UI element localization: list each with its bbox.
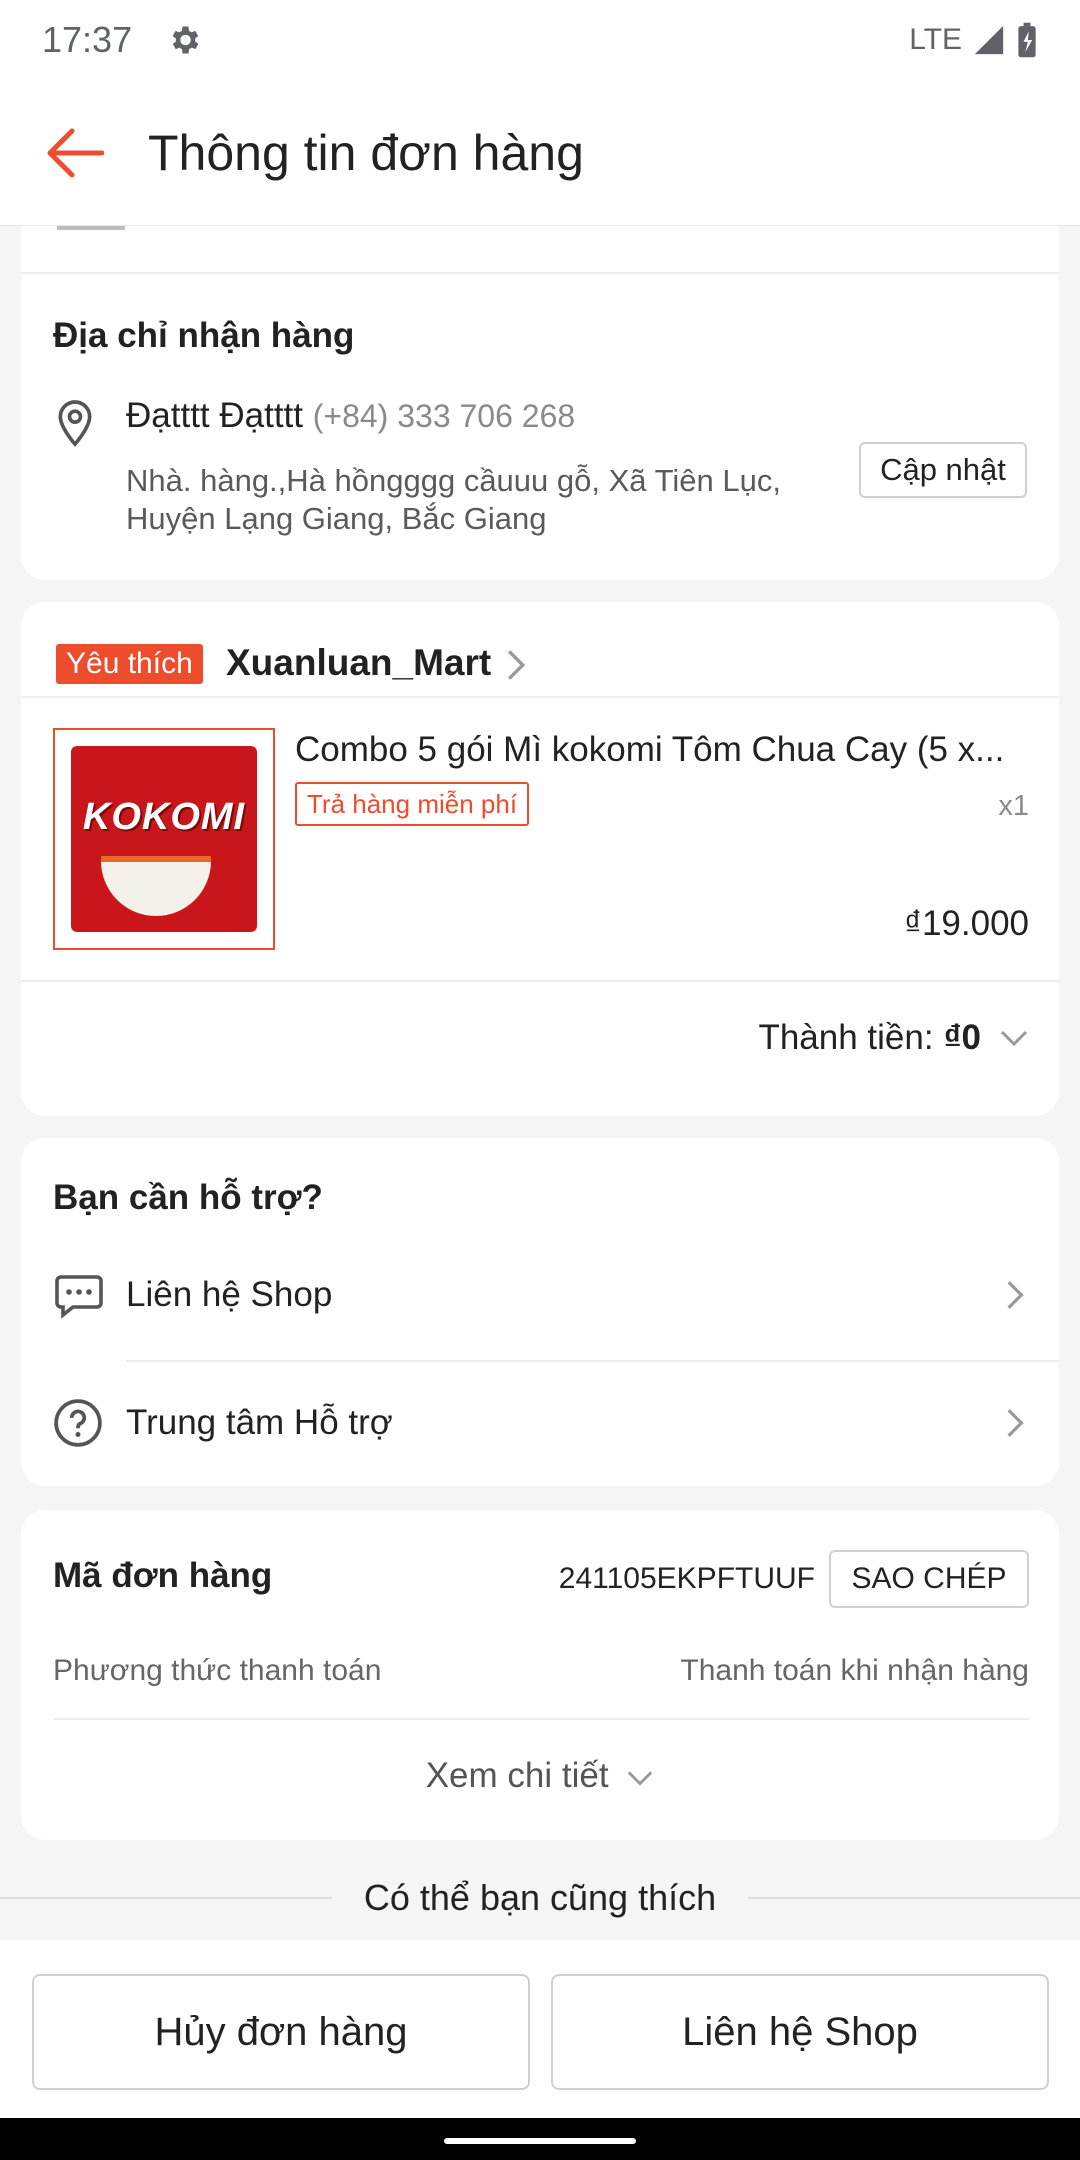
order-code-label: Mã đơn hàng [53, 1556, 273, 1595]
address-section-title: Địa chỉ nhận hàng [53, 316, 355, 355]
recipient-address: Nhà. hàng.,Hà hồngggg cầuuu gỗ, Xã Tiên … [126, 463, 781, 536]
order-total[interactable]: Thành tiền: ₫0 [758, 1018, 1029, 1058]
suggestions-label: Có thể bạn cũng thích [363, 1877, 717, 1918]
free-return-tag: Trả hàng miễn phí [295, 782, 530, 826]
contact-shop-label: Liên hệ Shop [126, 1275, 333, 1314]
chevron-down-icon [1000, 1030, 1028, 1047]
shop-name: Xuanluan_Mart [226, 642, 492, 683]
order-code: 241105EKPFTUUF [558, 1562, 815, 1595]
network-label: LTE [909, 23, 962, 56]
help-center-label: Trung tâm Hỗ trợ [126, 1403, 393, 1442]
favorite-badge: Yêu thích [56, 644, 203, 684]
app-bar: Thông tin đơn hàng [0, 80, 1080, 226]
chevron-right-icon [1007, 1409, 1024, 1437]
product-price: ₫19.000 [903, 904, 1029, 943]
cancel-order-button[interactable]: Hủy đơn hàng [32, 1974, 530, 2090]
order-info-card: Mã đơn hàng 241105EKPFTUUF SAO CHÉP Phươ… [21, 1510, 1059, 1840]
arrow-left-icon [47, 128, 104, 177]
status-time: 17:37 [42, 19, 133, 60]
payment-method-value: Thanh toán khi nhận hàng [680, 1654, 1029, 1687]
shop-header[interactable]: Yêu thích Xuanluan_Mart [21, 602, 1059, 698]
chevron-right-icon [507, 650, 526, 680]
chevron-down-icon [628, 1771, 653, 1786]
support-card: Bạn cần hỗ trợ? Liên hệ Shop Trung tâm H… [21, 1138, 1059, 1486]
product-name[interactable]: Combo 5 gói Mì kokomi Tôm Chua Cay (5 x.… [295, 730, 1035, 770]
settings-icon [172, 26, 199, 54]
contact-shop-button[interactable]: Liên hệ Shop [551, 1974, 1049, 2090]
contact-shop-row[interactable]: Liên hệ Shop [21, 1240, 1059, 1350]
recipient-line: Đạtttt Đạtttt (+84) 333 706 268 [126, 396, 575, 436]
product-brand-text: KOKOMI [82, 796, 246, 838]
battery-icon [1018, 22, 1036, 58]
location-pin-icon [58, 400, 92, 447]
product-image: KOKOMI [71, 746, 257, 932]
total-value: ₫0 [943, 1018, 981, 1057]
address-card: Địa chỉ nhận hàng Đạtttt Đạtttt (+84) 33… [21, 274, 1059, 580]
previous-section-stub [21, 226, 1059, 274]
back-button[interactable] [0, 80, 148, 226]
home-gesture-handle[interactable] [444, 2138, 636, 2144]
suggestions-divider: Có thể bạn cũng thích [0, 1868, 1080, 1928]
support-section-title: Bạn cần hỗ trợ? [53, 1178, 323, 1217]
view-details-button[interactable]: Xem chi tiết [21, 1756, 1059, 1796]
chat-icon [55, 1275, 103, 1319]
status-bar: 17:37 LTE [0, 0, 1080, 80]
bottom-action-bar: Hủy đơn hàng Liên hệ Shop [0, 1940, 1080, 2118]
help-center-row[interactable]: Trung tâm Hỗ trợ [21, 1368, 1059, 1478]
system-nav-bar [0, 2118, 1080, 2160]
page-title: Thông tin đơn hàng [148, 124, 584, 181]
recipient-phone: (+84) 333 706 268 [312, 398, 576, 434]
update-address-button[interactable]: Cập nhật [859, 442, 1027, 498]
chevron-right-icon [1007, 1281, 1024, 1309]
recipient-name: Đạtttt Đạtttt [126, 396, 303, 435]
product-thumbnail[interactable]: KOKOMI [53, 728, 275, 950]
signal-icon [974, 25, 1004, 55]
view-details-label: Xem chi tiết [425, 1756, 609, 1795]
payment-method-label: Phương thức thanh toán [53, 1654, 382, 1687]
total-label: Thành tiền: [758, 1018, 934, 1057]
help-icon [54, 1399, 102, 1447]
product-quantity: x1 [998, 790, 1029, 822]
shop-order-card: Yêu thích Xuanluan_Mart KOKOMI Combo 5 g… [21, 602, 1059, 1116]
copy-button[interactable]: SAO CHÉP [829, 1550, 1029, 1608]
